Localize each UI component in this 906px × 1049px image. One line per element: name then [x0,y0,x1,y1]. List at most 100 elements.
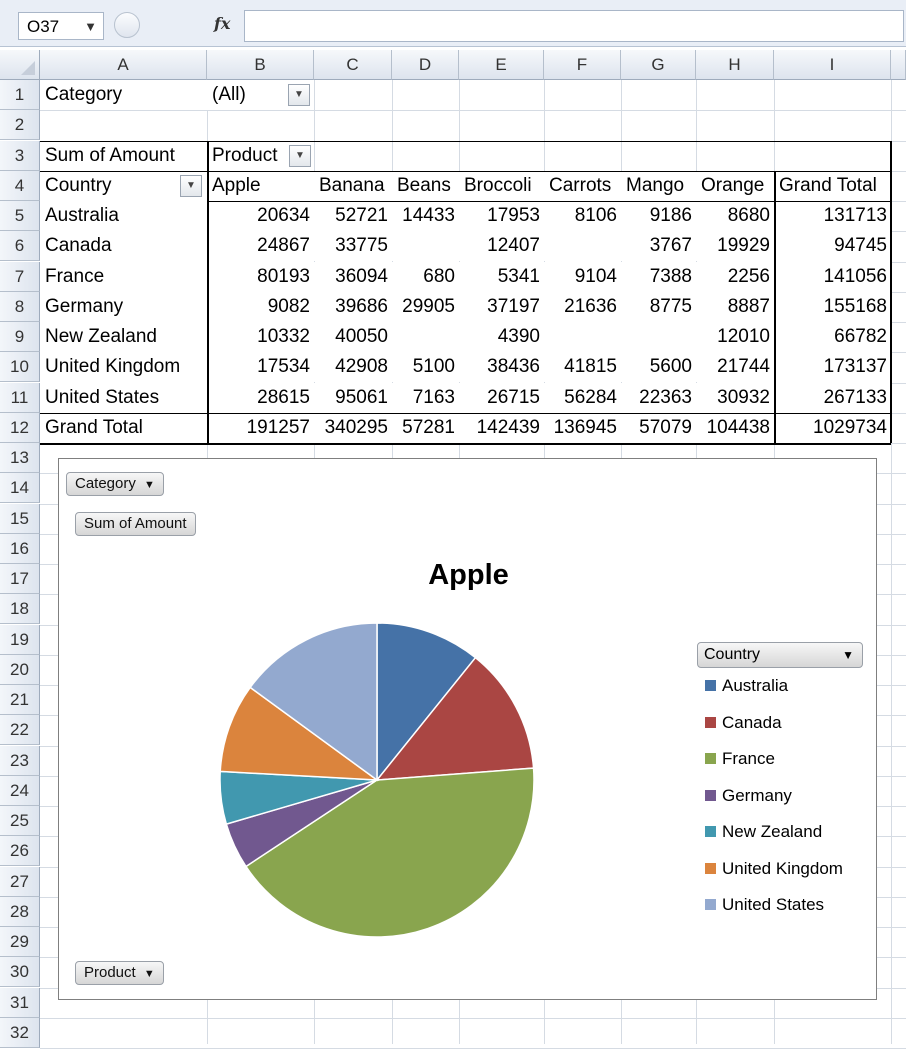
pivot-value-cell[interactable]: 66782 [774,322,891,352]
row-header[interactable]: 25 [0,806,40,836]
pivot-value-cell[interactable]: 9186 [621,201,696,231]
pivot-value-cell[interactable]: 56284 [544,382,621,413]
column-header[interactable]: F [544,50,621,80]
column-header[interactable]: E [459,50,544,80]
pivot-grand-total-cell[interactable]: 104438 [696,412,774,443]
pivot-value-cell[interactable]: 30932 [696,382,774,413]
pivot-value-cell[interactable]: 141056 [774,261,891,292]
column-header[interactable]: D [392,50,459,80]
row-header[interactable]: 20 [0,654,40,685]
row-header[interactable]: 4 [0,170,40,201]
row-header[interactable]: 3 [0,140,40,171]
pivot-column-header[interactable]: Apple [207,170,314,201]
column-header[interactable]: B [207,50,314,80]
column-header[interactable]: C [314,50,392,80]
row-header[interactable]: 6 [0,231,40,262]
pivot-value-cell[interactable] [621,322,696,352]
pivot-value-cell[interactable]: 37197 [459,291,544,322]
row-header[interactable]: 1 [0,80,40,110]
pivot-value-cell[interactable]: 14433 [392,201,459,231]
pivot-grand-total-cell[interactable]: 57079 [621,412,696,443]
product-dropdown-button[interactable]: ▼ [289,144,311,167]
legend-country-filter-button[interactable]: Country ▼ [697,642,863,668]
pivot-column-header[interactable]: Beans [392,170,459,201]
pivot-row-label[interactable]: United Kingdom [40,352,207,383]
row-header[interactable]: 23 [0,745,40,776]
filter-dropdown-button[interactable]: ▼ [288,84,310,106]
pivot-value-cell[interactable] [544,322,621,352]
pivot-grand-total-cell[interactable]: 340295 [314,412,392,443]
row-header[interactable]: 16 [0,533,40,564]
pivot-row-label[interactable]: Canada [40,231,207,262]
legend-item[interactable]: Canada [705,711,782,735]
pivot-value-cell[interactable]: 155168 [774,291,891,322]
pivot-value-cell[interactable]: 40050 [314,322,392,352]
pivot-row-label[interactable]: Australia [40,201,207,231]
legend-item[interactable]: New Zealand [705,820,822,844]
pivot-value-cell[interactable]: 20634 [207,201,314,231]
pivot-value-cell[interactable]: 12010 [696,322,774,352]
pivot-value-cell[interactable]: 17534 [207,352,314,383]
pivot-value-cell[interactable] [544,231,621,262]
row-header[interactable]: 19 [0,624,40,655]
pivot-value-cell[interactable]: 21744 [696,352,774,383]
pivot-value-cell[interactable]: 8775 [621,291,696,322]
pivot-value-cell[interactable]: 36094 [314,261,392,292]
legend-item[interactable]: Australia [705,674,788,698]
pivot-value-cell[interactable]: 21636 [544,291,621,322]
row-header[interactable]: 15 [0,503,40,534]
pivot-column-header[interactable]: Banana [314,170,392,201]
country-dropdown-button[interactable]: ▼ [180,174,202,197]
pivot-filter-label[interactable]: Category [40,80,207,110]
row-header[interactable]: 8 [0,291,40,322]
column-header[interactable] [891,50,906,80]
insert-function-icon[interactable]: fx [214,14,230,33]
pivot-value-cell[interactable]: 9082 [207,291,314,322]
pivot-value-cell[interactable]: 173137 [774,352,891,383]
pivot-column-header[interactable]: Orange [696,170,774,201]
pivot-value-cell[interactable]: 28615 [207,382,314,413]
pivot-value-cell[interactable]: 5100 [392,352,459,383]
row-header[interactable]: 5 [0,201,40,231]
row-header[interactable]: 17 [0,564,40,594]
pivot-grand-total-label[interactable]: Grand Total [40,412,207,443]
row-header[interactable]: 12 [0,412,40,443]
pivot-chart[interactable]: Category ▼ Sum of Amount Apple Country ▼… [58,458,877,1000]
pivot-row-label[interactable]: Germany [40,291,207,322]
pivot-grand-total-cell[interactable]: 191257 [207,412,314,443]
pivot-value-cell[interactable]: 10332 [207,322,314,352]
pivot-value-cell[interactable]: 38436 [459,352,544,383]
pivot-value-cell[interactable]: 4390 [459,322,544,352]
pivot-grand-total-cell[interactable]: 142439 [459,412,544,443]
formula-input[interactable] [244,10,904,42]
pivot-value-cell[interactable]: 7163 [392,382,459,413]
pivot-value-cell[interactable]: 95061 [314,382,392,413]
legend-item[interactable]: France [705,747,775,771]
pivot-values-label[interactable]: Sum of Amount [40,140,207,171]
pivot-value-cell[interactable]: 8106 [544,201,621,231]
row-header[interactable]: 24 [0,775,40,806]
legend-item[interactable]: United States [705,893,824,917]
column-header[interactable]: G [621,50,696,80]
pivot-value-cell[interactable]: 267133 [774,382,891,413]
row-header[interactable]: 11 [0,382,40,413]
select-all-button[interactable] [0,50,40,80]
column-header[interactable]: H [696,50,774,80]
pivot-value-cell[interactable]: 22363 [621,382,696,413]
pivot-value-cell[interactable]: 24867 [207,231,314,262]
pivot-value-cell[interactable]: 19929 [696,231,774,262]
pivot-row-label[interactable]: New Zealand [40,322,207,352]
pivot-value-cell[interactable] [392,231,459,262]
row-header[interactable]: 31 [0,987,40,1018]
pivot-value-cell[interactable]: 80193 [207,261,314,292]
legend-item[interactable]: Germany [705,784,792,808]
pivot-value-cell[interactable]: 5600 [621,352,696,383]
legend-item[interactable]: United Kingdom [705,857,843,881]
pivot-value-cell[interactable]: 5341 [459,261,544,292]
pivot-value-cell[interactable]: 7388 [621,261,696,292]
pivot-value-cell[interactable]: 39686 [314,291,392,322]
row-header[interactable]: 2 [0,110,40,141]
chart-product-axis-button[interactable]: Product ▼ [75,961,164,985]
pivot-column-header[interactable]: Grand Total [774,170,891,201]
pivot-value-cell[interactable]: 9104 [544,261,621,292]
